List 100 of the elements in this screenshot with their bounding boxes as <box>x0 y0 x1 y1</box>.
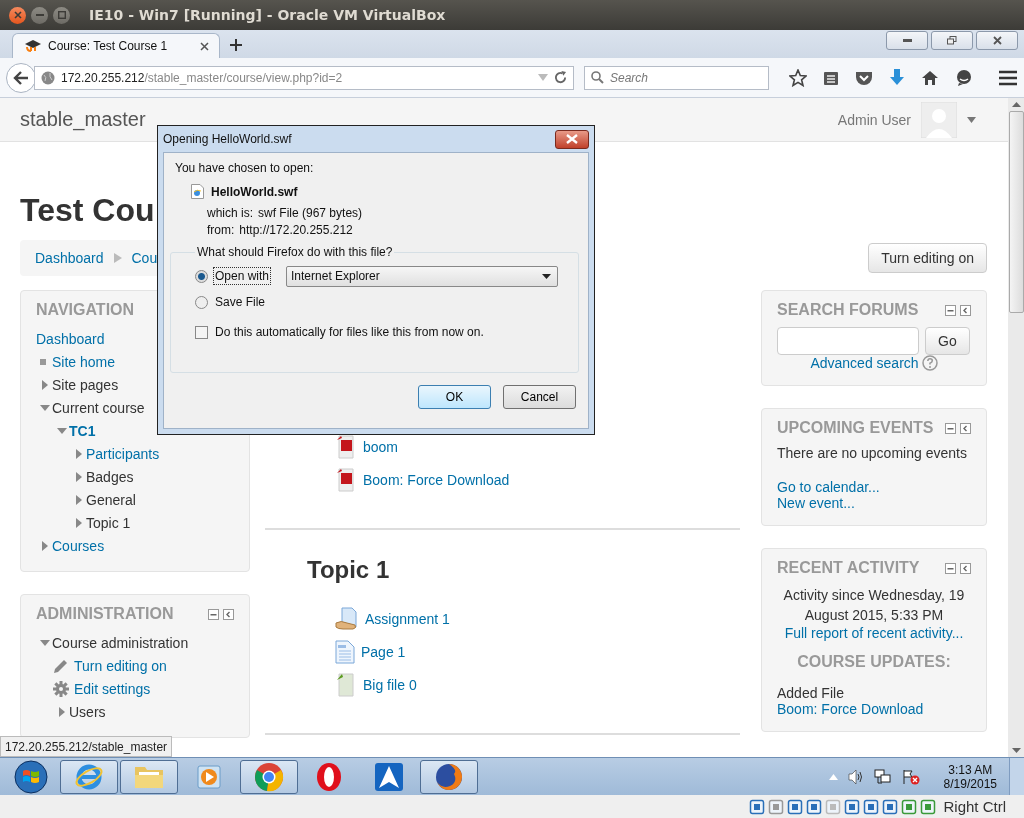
activity-link[interactable]: boom <box>363 438 399 455</box>
device-status-icon[interactable] <box>787 798 804 815</box>
collapsed-arrow-icon[interactable] <box>74 494 84 505</box>
reload-icon[interactable] <box>554 71 567 84</box>
flag-error-icon[interactable] <box>901 768 920 785</box>
nav-item[interactable]: Site pages <box>52 376 119 393</box>
event-link[interactable]: Go to calendar... <box>777 479 880 495</box>
activity-link[interactable]: Page 1 <box>361 643 406 660</box>
show-desktop-button[interactable] <box>1009 757 1024 796</box>
device-status-icon[interactable] <box>768 798 785 815</box>
network-icon[interactable] <box>873 768 892 785</box>
nav-link[interactable]: Dashboard <box>36 330 105 347</box>
new-tab-icon[interactable] <box>230 39 242 51</box>
device-status-icon[interactable] <box>749 798 766 815</box>
close-button[interactable] <box>976 31 1018 50</box>
minimize-block-icon[interactable] <box>945 562 956 574</box>
nav-link[interactable]: Participants <box>86 445 160 462</box>
nav-link[interactable]: Turn editing on <box>74 657 167 674</box>
collapsed-arrow-icon[interactable] <box>74 517 84 528</box>
minimize-button[interactable] <box>886 31 928 50</box>
minimize-block-icon[interactable] <box>945 304 956 316</box>
application-dropdown[interactable]: Internet Explorer <box>286 265 559 287</box>
nav-link[interactable]: Site home <box>52 353 116 370</box>
device-status-icon[interactable] <box>844 798 861 815</box>
search-input-field[interactable] <box>777 327 919 355</box>
device-status-icon[interactable] <box>863 798 880 815</box>
device-status-icon[interactable] <box>882 798 899 815</box>
breadcrumb-link[interactable]: Dashboard <box>35 250 104 266</box>
user-name[interactable]: Admin User <box>837 111 911 128</box>
close-button[interactable] <box>555 129 589 149</box>
update-link[interactable]: Boom: Force Download <box>777 701 924 717</box>
advanced-search-link[interactable]: Advanced search <box>810 355 919 371</box>
clock[interactable]: 3:13 AM 8/19/2015 <box>943 762 997 791</box>
radio-button[interactable] <box>195 269 208 283</box>
event-link[interactable]: New event... <box>777 495 855 511</box>
nav-item[interactable]: General <box>86 491 136 508</box>
activity-link[interactable]: Assignment 1 <box>365 610 450 627</box>
collapsed-arrow-icon[interactable] <box>57 706 67 717</box>
breadcrumb-link[interactable]: Cou <box>131 250 158 266</box>
scroll-thumb[interactable] <box>1008 111 1024 313</box>
chat-icon[interactable] <box>955 68 973 87</box>
radio-label[interactable]: Open with <box>213 267 272 285</box>
collapsed-arrow-icon[interactable] <box>40 540 50 551</box>
search-field[interactable]: Search <box>584 65 769 90</box>
taskbar-app-button[interactable] <box>120 759 178 794</box>
close-button[interactable] <box>9 6 26 24</box>
nav-item[interactable]: Badges <box>86 468 134 485</box>
reading-list-icon[interactable] <box>823 69 839 86</box>
nav-item[interactable]: Course administration <box>52 634 189 651</box>
radio-label[interactable]: Save File <box>213 293 268 311</box>
star-icon[interactable] <box>789 68 807 87</box>
browser-tab[interactable]: Course: Test Course 1 <box>12 33 220 58</box>
ok-button[interactable]: OK <box>418 385 491 409</box>
scroll-up-icon[interactable] <box>1011 102 1021 107</box>
speaker-icon[interactable] <box>847 768 864 785</box>
nav-item[interactable]: Current course <box>52 399 145 416</box>
expanded-arrow-icon[interactable] <box>57 425 67 436</box>
collapsed-arrow-icon[interactable] <box>74 448 84 459</box>
pocket-icon[interactable] <box>855 69 873 86</box>
nav-link[interactable]: Courses <box>52 537 105 554</box>
minimize-button[interactable] <box>31 6 48 24</box>
turn-editing-on-button[interactable]: Turn editing on <box>868 243 987 273</box>
device-status-icon[interactable] <box>920 798 937 815</box>
taskbar-app-button[interactable] <box>420 759 478 794</box>
minimize-block-icon[interactable] <box>208 608 219 620</box>
nav-item[interactable]: Users <box>69 703 106 720</box>
activity-link[interactable]: Boom: Force Download <box>363 471 510 488</box>
checkbox-label[interactable]: Do this automatically for files like this from now on. <box>215 325 484 339</box>
collapsed-arrow-icon[interactable] <box>40 379 50 390</box>
maximize-button[interactable] <box>53 6 70 24</box>
radio-button[interactable] <box>195 295 208 309</box>
dock-block-icon[interactable] <box>960 422 971 434</box>
collapsed-arrow-icon[interactable] <box>74 471 84 482</box>
download-icon[interactable] <box>889 68 905 87</box>
device-status-icon[interactable] <box>806 798 823 815</box>
nav-item[interactable]: Topic 1 <box>86 514 131 531</box>
cancel-button[interactable]: Cancel <box>503 385 576 409</box>
go-button[interactable]: Go <box>925 327 970 355</box>
dock-block-icon[interactable] <box>960 562 971 574</box>
dock-block-icon[interactable] <box>960 304 971 316</box>
taskbar-app-button[interactable] <box>240 759 298 794</box>
full-report-link[interactable]: Full report of recent activity... <box>784 625 964 641</box>
scrollbar[interactable] <box>1008 98 1024 757</box>
checkbox[interactable] <box>195 325 208 339</box>
device-status-icon[interactable] <box>901 798 918 815</box>
help-icon[interactable] <box>921 355 938 371</box>
taskbar-app-button[interactable] <box>60 759 118 794</box>
minimize-block-icon[interactable] <box>945 422 956 434</box>
nav-link[interactable]: Edit settings <box>74 680 151 697</box>
site-name[interactable]: stable_master <box>20 108 146 131</box>
restore-button[interactable] <box>931 31 973 50</box>
menu-icon[interactable] <box>999 69 1017 86</box>
caret-icon[interactable] <box>967 116 976 123</box>
activity-link[interactable]: Big file 0 <box>363 676 417 693</box>
nav-link[interactable]: TC1 <box>69 422 96 439</box>
expanded-arrow-icon[interactable] <box>40 637 50 648</box>
address-field[interactable]: 172.20.255.212/stable_master/course/view.php?id=2 <box>34 65 574 90</box>
close-tab-icon[interactable] <box>200 41 209 51</box>
dock-block-icon[interactable] <box>223 608 234 620</box>
scroll-down-icon[interactable] <box>1011 748 1021 753</box>
